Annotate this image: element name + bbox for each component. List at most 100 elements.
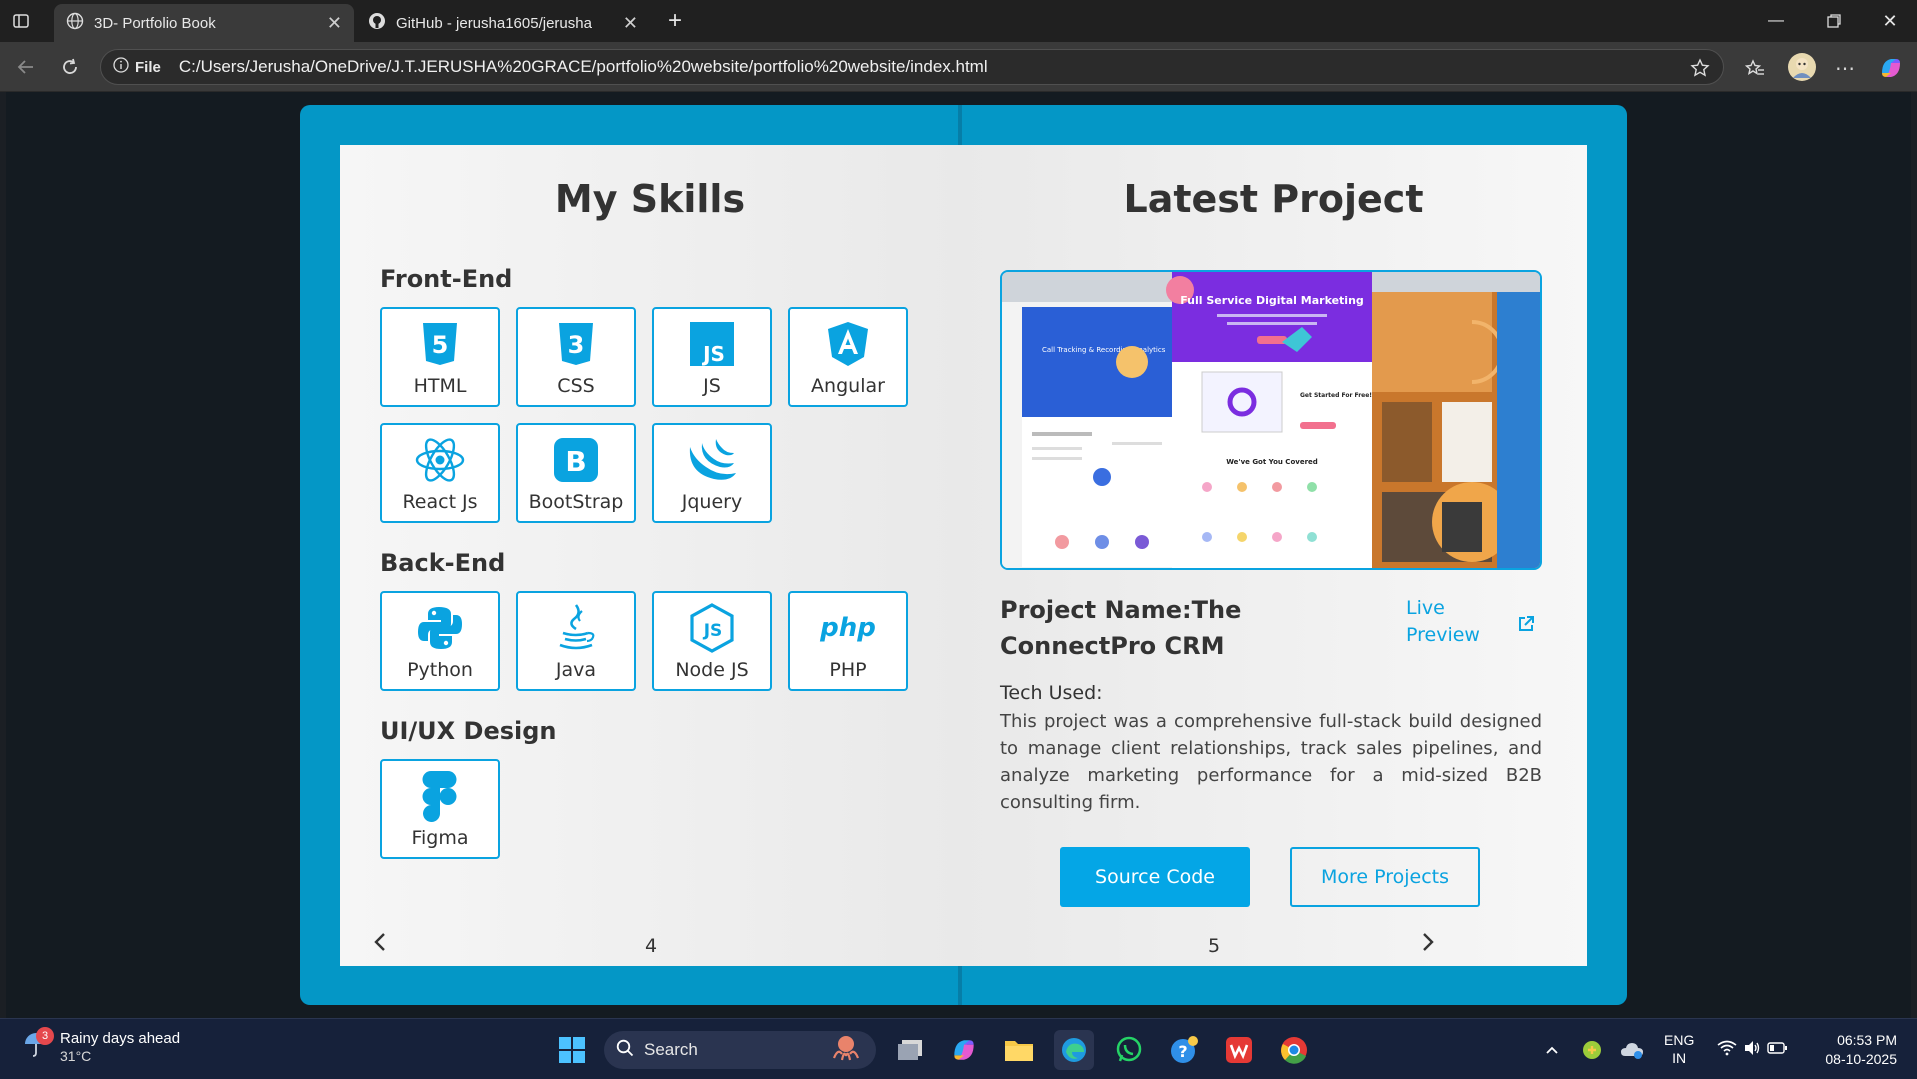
jquery-icon	[654, 435, 770, 485]
html5-icon: 5	[382, 319, 498, 369]
restore-icon[interactable]	[1806, 0, 1862, 42]
clock-date: 08-10-2025	[1825, 1051, 1897, 1067]
weather-widget[interactable]: 3 Rainy days ahead 31°C	[22, 1027, 180, 1064]
skill-label: CSS	[557, 375, 595, 397]
close-icon[interactable]: ✕	[327, 13, 342, 34]
favorites-icon[interactable]	[1740, 53, 1770, 83]
live-preview-link[interactable]: Live Preview	[1406, 595, 1506, 649]
skill-label: Figma	[411, 827, 469, 849]
skill-card-css[interactable]: 3 CSS	[516, 307, 636, 407]
info-icon	[113, 57, 129, 77]
back-icon[interactable]	[10, 51, 42, 83]
skill-label: HTML	[413, 375, 467, 397]
skill-card-jquery[interactable]: Jquery	[652, 423, 772, 523]
source-code-button[interactable]: Source Code	[1060, 847, 1250, 907]
svg-text:?: ?	[1178, 1042, 1187, 1061]
lang-line1: ENG	[1664, 1032, 1695, 1048]
chevron-up-icon[interactable]	[1534, 1030, 1570, 1070]
skill-label: BootStrap	[528, 491, 624, 513]
minimize-icon[interactable]: —	[1748, 0, 1804, 42]
tab-title: GitHub - jerusha1605/jerusha	[396, 14, 592, 32]
page-number: 5	[1208, 935, 1221, 957]
svg-text:3: 3	[568, 331, 585, 359]
more-projects-button[interactable]: More Projects	[1290, 847, 1480, 907]
skill-card-angular[interactable]: Angular	[788, 307, 908, 407]
project-page: Latest Project Call Tracking & Recording…	[960, 145, 1587, 966]
skill-card-figma[interactable]: Figma	[380, 759, 500, 859]
task-view-icon[interactable]	[890, 1030, 930, 1070]
skill-label: Python	[407, 659, 473, 681]
image-cta-text: Get Started For Free!	[1300, 392, 1372, 399]
battery-icon	[1767, 1041, 1787, 1059]
page-viewport: My Skills Front-End 5 HTML 3 CSS JS JS A…	[6, 92, 1911, 1018]
taskbar: 3 Rainy days ahead 31°C Search ? ENG IN …	[0, 1018, 1917, 1079]
project-description: This project was a comprehensive full-st…	[1000, 711, 1542, 813]
windows-start-icon[interactable]	[552, 1030, 592, 1070]
tab-portfolio[interactable]: 3D- Portfolio Book ✕	[54, 4, 354, 42]
clock-time: 06:53 PM	[1837, 1032, 1897, 1048]
wifi-icon	[1717, 1040, 1737, 1061]
tray-app-icon[interactable]	[1574, 1030, 1610, 1070]
refresh-icon[interactable]	[54, 51, 86, 83]
github-icon	[368, 12, 386, 34]
section-title-backend: Back-End	[380, 549, 506, 577]
skill-card-react[interactable]: React Js	[380, 423, 500, 523]
wps-office-icon[interactable]	[1219, 1030, 1259, 1070]
php-icon: php	[790, 603, 906, 653]
skill-card-python[interactable]: Python	[380, 591, 500, 691]
sidebar-toggle-icon[interactable]	[0, 0, 42, 42]
skill-label: Jquery	[681, 491, 743, 513]
svg-text:php: php	[819, 613, 876, 643]
next-page-arrow-icon[interactable]	[1416, 930, 1440, 954]
tech-used-label: Tech Used:	[1000, 682, 1103, 704]
svg-text:JS: JS	[703, 621, 723, 641]
skill-label: Java	[555, 659, 597, 681]
taskbar-search[interactable]: Search	[604, 1031, 876, 1069]
skill-card-php[interactable]: php PHP	[788, 591, 908, 691]
whatsapp-icon[interactable]	[1109, 1030, 1149, 1070]
skill-label: Angular	[811, 375, 885, 397]
more-options-icon[interactable]: ⋯	[1830, 53, 1860, 83]
address-toolbar: File C:/Users/Jerusha/OneDrive/J.T.JERUS…	[0, 42, 1917, 92]
url-text: C:/Users/Jerusha/OneDrive/J.T.JERUSHA%20…	[178, 57, 988, 76]
language-indicator[interactable]: ENG IN	[1664, 1031, 1694, 1067]
edge-browser-icon[interactable]	[1054, 1030, 1094, 1070]
skill-card-nodejs[interactable]: JS Node JS	[652, 591, 772, 691]
svg-text:JS: JS	[701, 342, 725, 366]
file-explorer-icon[interactable]	[999, 1030, 1039, 1070]
chrome-icon[interactable]	[1274, 1030, 1314, 1070]
profile-avatar[interactable]	[1785, 50, 1819, 84]
project-screenshot: Call Tracking & Recording Analytics Full…	[1000, 270, 1542, 570]
close-icon[interactable]: ✕	[623, 13, 638, 34]
help-icon[interactable]: ?	[1164, 1030, 1204, 1070]
new-tab-icon[interactable]: +	[650, 0, 700, 42]
weather-temp: 31°C	[60, 1048, 92, 1064]
octopus-icon	[826, 1034, 866, 1067]
angular-icon	[790, 319, 906, 369]
onedrive-icon[interactable]	[1614, 1030, 1650, 1070]
taskbar-clock[interactable]: 06:53 PM 08-10-2025	[1825, 1031, 1897, 1069]
image-banner-text: Full Service Digital Marketing	[1180, 294, 1364, 307]
site-info[interactable]: File	[113, 57, 161, 77]
skill-card-java[interactable]: Java	[516, 591, 636, 691]
favorite-star-icon[interactable]	[1685, 53, 1715, 83]
skill-card-js[interactable]: JS JS	[652, 307, 772, 407]
url-bar[interactable]: File C:/Users/Jerusha/OneDrive/J.T.JERUS…	[100, 49, 1724, 85]
skill-card-bootstrap[interactable]: B BootStrap	[516, 423, 636, 523]
section-title-uiux: UI/UX Design	[380, 717, 557, 745]
copilot-icon[interactable]	[1876, 53, 1906, 83]
skill-card-html[interactable]: 5 HTML	[380, 307, 500, 407]
volume-icon	[1743, 1040, 1761, 1061]
globe-icon	[66, 12, 84, 34]
system-tray-status[interactable]	[1712, 1030, 1792, 1070]
tab-github[interactable]: GitHub - jerusha1605/jerusha ✕	[356, 4, 650, 42]
page-number: 4	[645, 935, 658, 957]
page-title: My Skills	[554, 177, 746, 221]
css3-icon: 3	[518, 319, 634, 369]
portfolio-book: My Skills Front-End 5 HTML 3 CSS JS JS A…	[300, 105, 1627, 1005]
copilot-app-icon[interactable]	[944, 1030, 984, 1070]
external-link-icon[interactable]	[1517, 615, 1537, 635]
skill-label: PHP	[829, 659, 867, 681]
close-window-icon[interactable]: ✕	[1862, 0, 1917, 42]
prev-page-arrow-icon[interactable]	[368, 930, 392, 954]
